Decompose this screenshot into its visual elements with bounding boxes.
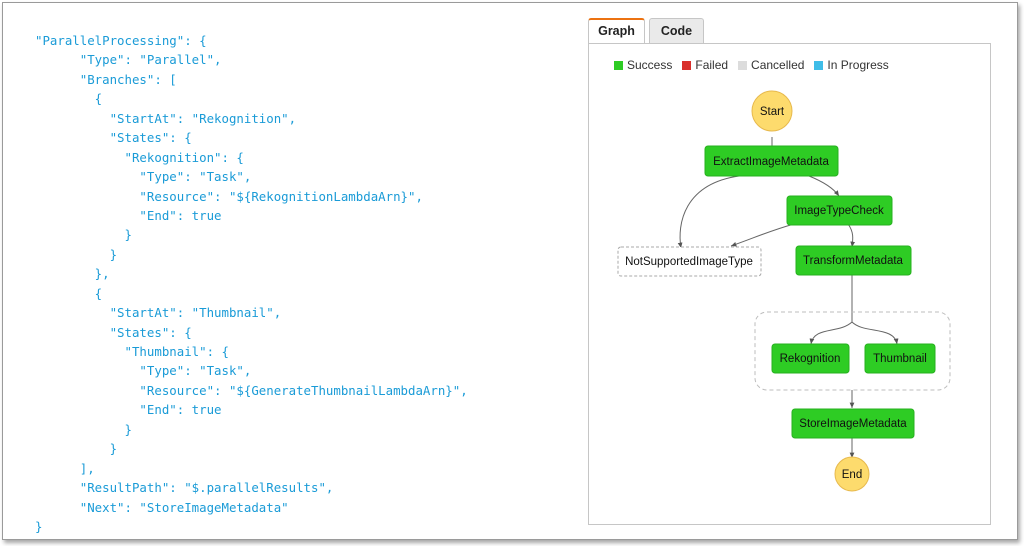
node-transform-metadata[interactable]: TransformMetadata [795,245,912,276]
code-line: } [35,518,43,534]
code-line: "Branches": [ [35,71,177,87]
node-not-supported-image-type[interactable]: NotSupportedImageType [617,246,762,277]
code-line: "End": true [35,402,222,418]
node-end-label: End [842,469,862,481]
edge-parallel-rekognition [809,321,853,345]
edge-extract-notsupported [677,175,740,249]
graph-view: Success Failed Cancelled In Progress Sta… [588,43,991,525]
code-line: "Resource": "${GenerateThumbnailLambdaAr… [35,382,468,398]
code-line: ], [35,460,95,476]
state-machine-panel: Graph Code Success Failed Cancelled In P… [588,16,991,526]
node-rekognition[interactable]: Rekognition [771,343,850,374]
view-tabs: Graph Code [588,16,991,44]
code-line: "End": true [35,207,222,223]
tab-code[interactable]: Code [649,18,704,44]
code-line: "States": { [35,324,192,340]
code-line: "ParallelProcessing": { [35,33,207,48]
code-line: "Rekognition": { [35,149,244,165]
node-start[interactable]: Start [751,90,793,132]
edge-extract-typecheck [808,175,840,197]
node-notsupported-label: NotSupportedImageType [625,256,753,268]
node-typecheck-label: ImageTypeCheck [794,205,884,217]
code-line: "Type": "Parallel", [35,52,222,68]
node-end[interactable]: End [834,456,870,492]
node-store-label: StoreImageMetadata [799,418,907,430]
code-line: } [35,421,132,437]
tab-graph[interactable]: Graph [588,18,645,44]
node-store-image-metadata[interactable]: StoreImageMetadata [791,408,915,439]
node-transform-label: TransformMetadata [803,255,904,267]
code-line: }, [35,266,110,282]
code-line: } [35,227,132,243]
code-line: "Type": "Task", [35,169,252,185]
code-line: "Resource": "${RekognitionLambdaArn}", [35,188,423,204]
edge-typecheck-transform [847,223,856,248]
node-thumbnail[interactable]: Thumbnail [864,343,936,374]
code-line: "Type": "Task", [35,363,252,379]
code-line: "ResultPath": "$.parallelResults", [35,480,334,496]
node-image-type-check[interactable]: ImageTypeCheck [786,195,893,226]
code-line: "StartAt": "Thumbnail", [35,305,282,321]
state-definition-code: "ParallelProcessing": { "Type": "Paralle… [35,31,468,536]
code-line: "Next": "StoreImageMetadata" [35,499,289,515]
node-extract-image-metadata[interactable]: ExtractImageMetadata [704,145,839,177]
edge-typecheck-notsupported [730,223,795,247]
node-start-label: Start [760,106,785,118]
state-graph: Start ExtractImageMetadata ImageTypeChec… [617,90,951,492]
code-line: "StartAt": "Rekognition", [35,110,297,126]
code-line: "Thumbnail": { [35,344,229,359]
node-extract-label: ExtractImageMetadata [713,156,829,168]
node-thumbnail-label: Thumbnail [873,353,927,365]
code-line: { [35,91,103,107]
node-rekognition-label: Rekognition [780,353,841,365]
screenshot-frame: "ParallelProcessing": { "Type": "Paralle… [2,2,1018,540]
code-line: } [35,441,118,457]
edge-parallel-thumbnail [851,321,899,345]
code-line: "States": { [35,130,192,146]
code-line: { [35,285,103,301]
code-line: } [35,246,118,262]
